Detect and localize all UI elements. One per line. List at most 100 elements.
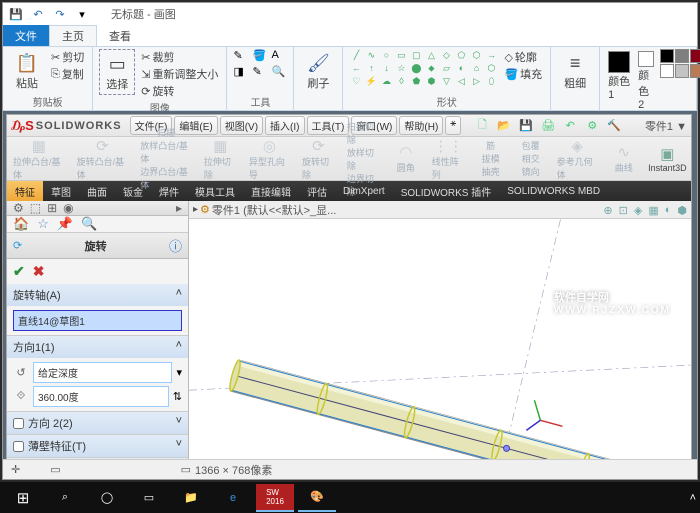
copy-button[interactable]: ⎘复制 bbox=[49, 66, 86, 82]
tab-home[interactable]: 主页 bbox=[49, 25, 97, 46]
section-view-icon[interactable]: ◐ bbox=[665, 204, 672, 216]
angle-input[interactable]: 360.00度 bbox=[33, 386, 169, 407]
resize-button[interactable]: ⇲重新调整大小 bbox=[139, 66, 220, 82]
tab-dimxpert[interactable]: DimXpert bbox=[335, 181, 393, 201]
system-tray[interactable]: ˄ bbox=[690, 492, 696, 504]
spinner-icon[interactable]: ⇅ bbox=[173, 390, 182, 403]
tab-feature[interactable]: 特征 bbox=[7, 181, 43, 201]
cancel-button[interactable]: ✖ bbox=[33, 263, 45, 280]
view-orient-icon[interactable]: ◈ bbox=[634, 204, 642, 217]
text-icon[interactable]: A bbox=[271, 49, 287, 62]
search-button[interactable]: ⌕ bbox=[46, 484, 84, 512]
color-swatch[interactable] bbox=[675, 49, 689, 63]
qat-dropdown-icon[interactable]: ▾ bbox=[73, 5, 91, 23]
fill-icon[interactable]: 🪣 bbox=[252, 49, 268, 62]
fillshape-button[interactable]: 🪣填充 bbox=[502, 66, 544, 82]
picker-icon[interactable]: ✎ bbox=[252, 65, 268, 78]
new-icon[interactable]: 🗋 bbox=[473, 117, 491, 135]
outline-button[interactable]: ◇轮廓 bbox=[502, 49, 544, 65]
zoom-fit-icon[interactable]: ⊕ bbox=[603, 204, 612, 217]
reverse-icon[interactable]: ↺ bbox=[13, 366, 29, 379]
search2-icon[interactable]: 🔍 bbox=[81, 216, 97, 232]
tab-surface[interactable]: 曲面 bbox=[79, 181, 115, 201]
tab-evaluate[interactable]: 评估 bbox=[299, 181, 335, 201]
select-button[interactable]: ▭选择 bbox=[99, 49, 135, 95]
home-icon[interactable]: 🏠 bbox=[13, 216, 29, 232]
config-icon[interactable]: ⊞ bbox=[47, 201, 57, 215]
star-icon[interactable]: ☆ bbox=[37, 216, 49, 232]
menu-edit[interactable]: 编辑(E) bbox=[174, 116, 217, 135]
task-paint[interactable]: 🎨 bbox=[298, 484, 336, 512]
pin-icon[interactable]: 📌 bbox=[57, 216, 73, 232]
rotate-button[interactable]: ⟳旋转 bbox=[139, 83, 220, 99]
qat-redo-icon[interactable]: ↷ bbox=[51, 5, 69, 23]
color-swatch[interactable] bbox=[690, 49, 700, 63]
pm-icon[interactable]: ⬚ bbox=[30, 201, 41, 215]
color-swatch[interactable] bbox=[660, 49, 674, 63]
menu-pin[interactable]: ⚹ bbox=[445, 116, 461, 135]
shape-gallery[interactable]: ╱∿○▭▢△◇⬠⬡→ ←↑↓☆⬤⬥▱◐⌂⬡ ♡⚡☁◊⬟⬢▽◁▷⬯ bbox=[349, 49, 498, 87]
color2-button[interactable]: 颜色 2 bbox=[636, 49, 656, 113]
ok-button[interactable]: ✔ bbox=[13, 263, 25, 280]
start-button[interactable]: ⊞ bbox=[4, 484, 42, 512]
display-icon[interactable]: ◉ bbox=[63, 201, 73, 215]
color-swatch[interactable] bbox=[675, 64, 689, 78]
tray-up-icon[interactable]: ˄ bbox=[690, 492, 696, 504]
color-swatch[interactable] bbox=[690, 64, 700, 78]
rebuild-icon[interactable]: 🔨 bbox=[605, 117, 623, 135]
menu-view[interactable]: 视图(V) bbox=[220, 116, 263, 135]
tab-sheetmetal[interactable]: 钣金 bbox=[115, 181, 151, 201]
dir2-checkbox[interactable] bbox=[13, 418, 24, 429]
size-button[interactable]: ≡粗细 bbox=[557, 49, 593, 93]
menu-help[interactable]: 帮助(H) bbox=[399, 116, 443, 135]
tab-directedit[interactable]: 直接编辑 bbox=[243, 181, 299, 201]
task-explorer[interactable]: 📁 bbox=[172, 484, 210, 512]
eraser-icon[interactable]: ◨ bbox=[233, 65, 249, 78]
pencil-icon[interactable]: ✎ bbox=[233, 49, 249, 62]
brush-button[interactable]: 🖌刷子 bbox=[300, 49, 336, 93]
breadcrumb[interactable]: ▸ ⚙ 零件1 (默认<<默认>_显... bbox=[193, 202, 336, 218]
taskview-button[interactable]: ▭ bbox=[130, 484, 168, 512]
feature-help-icon[interactable]: ⓘ bbox=[169, 236, 182, 255]
tab-mbd[interactable]: SOLIDWORKS MBD bbox=[499, 181, 608, 201]
open-icon[interactable]: 📂 bbox=[495, 117, 513, 135]
paste-button[interactable]: 📋粘贴 bbox=[9, 49, 45, 93]
undo-icon[interactable]: ↶ bbox=[561, 117, 579, 135]
tab-mold[interactable]: 模具工具 bbox=[187, 181, 243, 201]
tab-view[interactable]: 查看 bbox=[97, 25, 143, 46]
qat-save-icon[interactable]: 💾 bbox=[7, 5, 25, 23]
paint-canvas[interactable]: ₯S SOLIDWORKS 文件(F) 编辑(E) 视图(V) 插入(I) 工具… bbox=[3, 111, 697, 477]
zoom-icon[interactable]: 🔍 bbox=[271, 65, 287, 78]
doc-title[interactable]: 零件1 ▼ bbox=[645, 118, 687, 134]
task-edge[interactable]: e bbox=[214, 484, 252, 512]
tab-sketch[interactable]: 草图 bbox=[43, 181, 79, 201]
type-select[interactable]: 给定深度 bbox=[33, 362, 172, 383]
options-icon[interactable]: ⚙ bbox=[583, 117, 601, 135]
print-icon[interactable]: 🖨 bbox=[539, 117, 557, 135]
tab-plugins[interactable]: SOLIDWORKS 插件 bbox=[393, 181, 500, 201]
graphics-area[interactable]: ▸ ⚙ 零件1 (默认<<默认>_显... ⊕ ⊡ ◈ ▦ ◐ ⬢ bbox=[189, 201, 691, 471]
cut-button[interactable]: ✂剪切 bbox=[49, 49, 86, 65]
color1-button[interactable]: 颜色 1 bbox=[606, 49, 632, 103]
qat-undo-icon[interactable]: ↶ bbox=[29, 5, 47, 23]
save-icon[interactable]: 💾 bbox=[517, 117, 535, 135]
tab-file[interactable]: 文件 bbox=[3, 25, 49, 46]
tree-icon[interactable]: ⚙ bbox=[13, 201, 24, 215]
menu-insert[interactable]: 插入(I) bbox=[265, 116, 304, 135]
crop-button[interactable]: ✂裁剪 bbox=[139, 49, 220, 65]
dropdown-icon[interactable]: ▾ bbox=[176, 366, 182, 379]
color-palette[interactable] bbox=[660, 49, 700, 78]
tab-weldments[interactable]: 焊件 bbox=[151, 181, 187, 201]
scene-icon[interactable]: ⬢ bbox=[677, 204, 687, 217]
model-view[interactable]: 软件自学网 WWW.RJZXW.COM bbox=[189, 219, 691, 471]
task-solidworks[interactable]: SW2016 bbox=[256, 484, 294, 512]
zoom-area-icon[interactable]: ⊡ bbox=[619, 204, 628, 217]
sw-menu-bar: 文件(F) 编辑(E) 视图(V) 插入(I) 工具(T) 窗口(W) 帮助(H… bbox=[130, 116, 462, 135]
more-icon[interactable]: ▸ bbox=[176, 201, 182, 215]
display-style-icon[interactable]: ▦ bbox=[648, 204, 658, 217]
color-swatch[interactable] bbox=[660, 64, 674, 78]
menu-tools[interactable]: 工具(T) bbox=[307, 116, 350, 135]
axis-input[interactable]: 直线14@草图1 bbox=[13, 310, 182, 331]
thin-checkbox[interactable] bbox=[13, 441, 24, 452]
cortana-button[interactable]: ◯ bbox=[88, 484, 126, 512]
